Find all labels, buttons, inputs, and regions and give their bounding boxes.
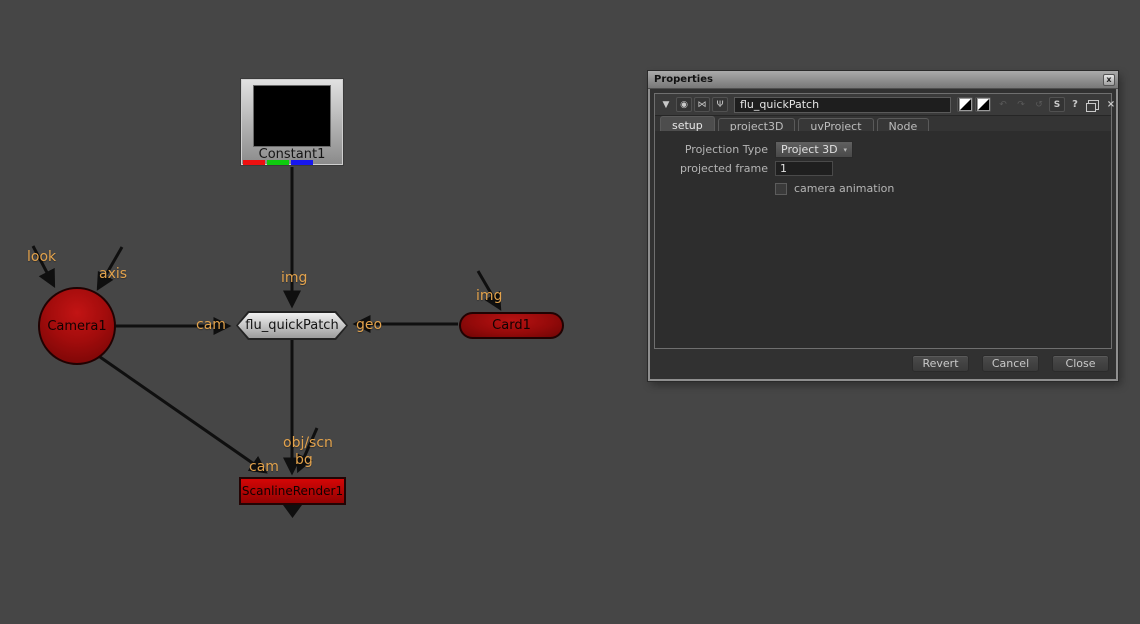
window-close-button[interactable]: x [1103,74,1115,86]
undo-icon[interactable]: ↶ [995,97,1011,112]
node-card1[interactable]: Card1 [459,312,564,339]
edge-label-obj-scn: obj/scn [283,436,333,451]
node-label: ScanlineRender1 [242,484,343,498]
node-scanlinerender1[interactable]: ScanlineRender1 [239,477,346,505]
chevron-down-icon: ▾ [843,146,847,154]
sync-button[interactable]: S [1049,97,1065,112]
node-panel-toolbar: ▼ ◉ ⋈ Ψ ↶ ↷ ↺ S ? × [655,94,1111,116]
edge-label-cam: cam [196,318,226,333]
edge-label-bg: bg [295,453,313,468]
edge-camera1-to-scanline[interactable] [100,357,264,471]
gl-color-swatch-icon[interactable] [975,97,991,112]
properties-titlebar[interactable]: Properties x [648,71,1118,89]
projected-frame-input[interactable] [775,161,833,176]
constant1-thumbnail [253,85,331,147]
close-button[interactable]: Close [1052,355,1109,372]
green-channel-bar [267,160,289,165]
properties-title: Properties [654,74,713,85]
revert-button[interactable]: Revert [912,355,969,372]
float-panel-icon[interactable] [1085,97,1101,112]
properties-body: ▼ ◉ ⋈ Ψ ↶ ↷ ↺ S ? × setup project3D uvPr… [650,89,1116,379]
picker-icon[interactable]: Ψ [712,97,728,112]
projection-type-label: Projection Type [655,143,768,156]
center-node-icon[interactable]: ◉ [676,97,692,112]
node-camera1[interactable]: Camera1 [38,287,116,365]
redo-icon[interactable]: ↷ [1013,97,1029,112]
node-flu-quickpatch[interactable]: flu_quickPatch [236,311,348,340]
revert-knobs-icon[interactable]: ↺ [1031,97,1047,112]
projected-frame-label: projected frame [655,162,768,175]
node-label: Camera1 [47,319,106,334]
collapse-panel-icon[interactable]: ▼ [658,97,674,112]
properties-window: Properties x ▼ ◉ ⋈ Ψ ↶ ↷ ↺ S ? × [648,71,1118,381]
red-channel-bar [243,160,265,165]
projection-type-dropdown[interactable]: Project 3D ▾ [775,141,853,158]
node-properties-panel: ▼ ◉ ⋈ Ψ ↶ ↷ ↺ S ? × setup project3D uvPr… [654,93,1112,349]
close-panel-icon[interactable]: × [1103,97,1119,112]
constant1-channel-bars [243,160,313,165]
footer-buttons: Revert Cancel Close [912,355,1109,372]
edge-label-geo: geo [356,318,382,333]
edge-label-axis: axis [99,267,127,282]
tab-content: Projection Type Project 3D ▾ projected f… [655,131,1111,348]
projection-type-value: Project 3D [781,143,838,156]
bowtie-icon[interactable]: ⋈ [694,97,710,112]
node-name-input[interactable] [734,97,951,113]
edge-label-look: look [27,250,56,265]
camera-animation-label: camera animation [794,182,894,195]
node-constant1[interactable]: Constant1 [240,78,344,166]
help-icon[interactable]: ? [1067,97,1083,112]
node-label: Card1 [492,318,531,333]
edge-label-img-card: img [476,289,502,304]
cancel-button[interactable]: Cancel [982,355,1039,372]
edge-label-img: img [281,271,307,286]
node-color-swatch-icon[interactable] [957,97,973,112]
node-label: flu_quickPatch [245,318,338,333]
scanline-output-arrow[interactable] [283,505,302,518]
blue-channel-bar [291,160,313,165]
camera-animation-checkbox[interactable] [775,183,787,195]
edge-label-cam-render: cam [249,460,279,475]
